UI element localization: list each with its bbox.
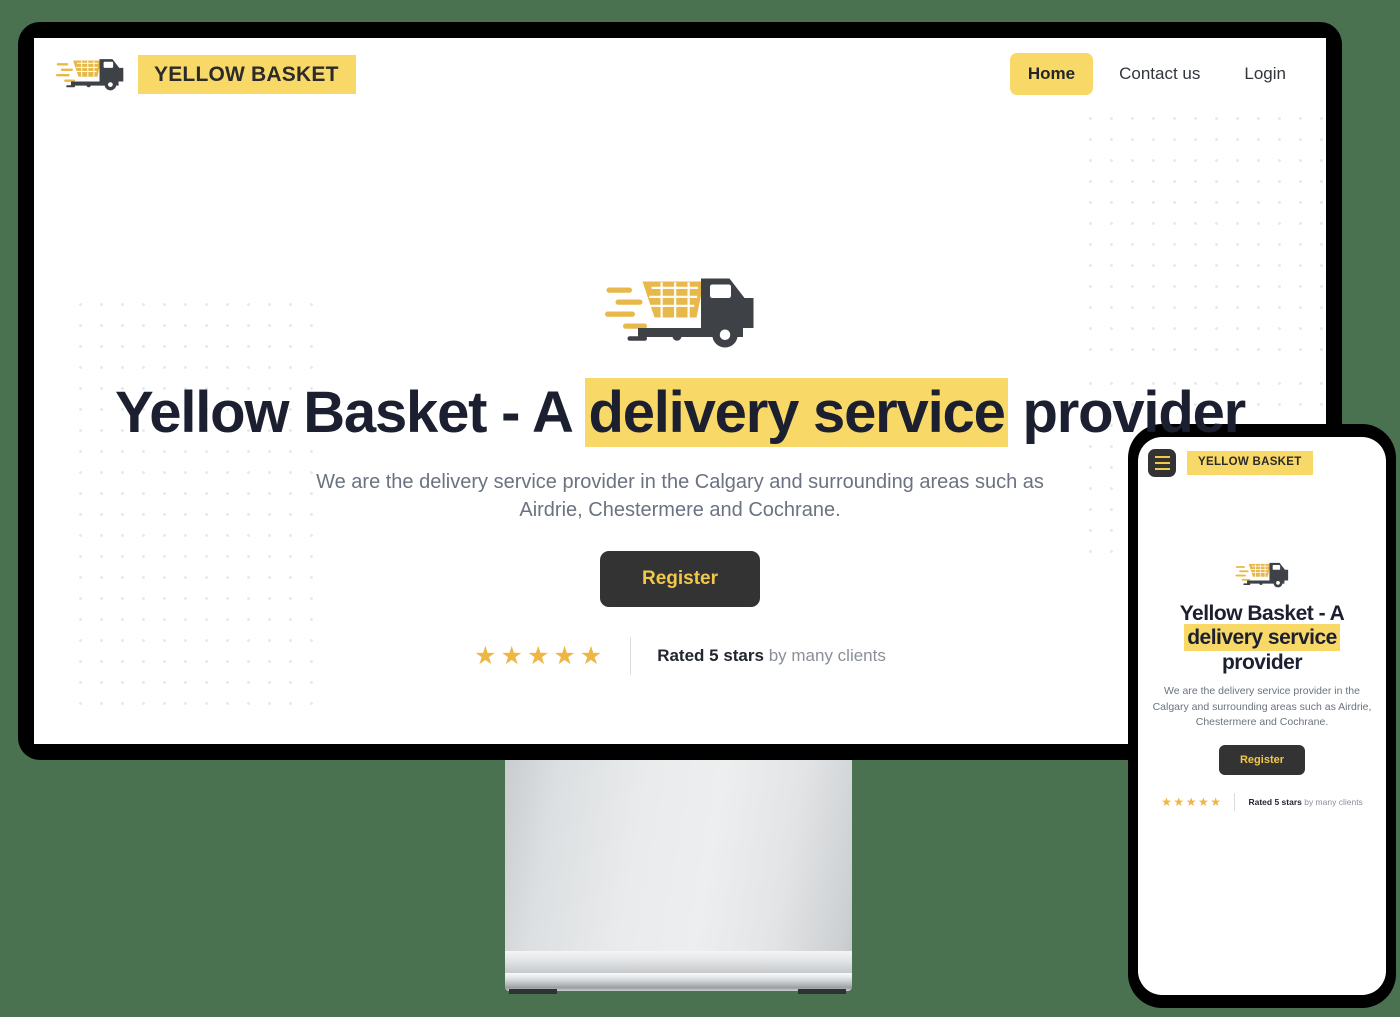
hero-section: Yellow Basket - A delivery service provi… [34,110,1326,675]
rating-row: ★★★★★ Rated 5 stars by many clients [34,636,1326,675]
monitor-stand-foot-right [798,989,846,994]
nav-link-contact-us[interactable]: Contact us [1101,53,1218,95]
mobile-rating-bold-text: Rated 5 stars [1248,796,1302,807]
brand-group[interactable]: YELLOW BASKET [56,51,356,98]
mobile-rating-rest-text: by many clients [1301,796,1363,807]
navbar: YELLOW BASKET Home Contact us Login [34,38,1326,110]
monitor-stand-neck [505,760,852,973]
headline-part-1: Yellow Basket - A [114,380,586,445]
monitor-stand-foot-left [509,989,557,994]
headline-highlight: delivery service [585,378,1008,447]
mobile-hero-subtitle: We are the delivery service provider in … [1152,685,1372,729]
rating-rest-text: by many clients [763,645,886,665]
delivery-truck-cart-icon [34,262,1326,357]
register-button[interactable]: Register [599,550,761,607]
mobile-star-rating-icon: ★★★★★ [1161,794,1223,809]
hero-subtitle: We are the delivery service provider in … [316,470,1044,522]
mobile-rating-text: Rated 5 stars by many clients [1235,797,1362,807]
star-rating-icon: ★★★★★ [474,641,607,670]
nav-link-login[interactable]: Login [1226,53,1304,95]
page-title: Yellow Basket - A delivery service provi… [34,378,1326,447]
nav-link-home[interactable]: Home [1009,53,1094,95]
desktop-monitor-device: YELLOW BASKET Home Contact us Login Yell… [18,22,1342,760]
delivery-truck-cart-icon [56,51,124,98]
desktop-screen: YELLOW BASKET Home Contact us Login Yell… [34,38,1326,744]
mobile-register-button[interactable]: Register [1218,744,1306,775]
rating-bold-text: Rated 5 stars [657,645,764,665]
rating-text: Rated 5 stars by many clients [631,646,886,666]
mobile-rating-row: ★★★★★ Rated 5 stars by many clients [1152,792,1372,811]
nav-links: Home Contact us Login [1009,53,1304,95]
headline-part-2: provider [1007,380,1247,445]
brand-name[interactable]: YELLOW BASKET [138,54,356,94]
